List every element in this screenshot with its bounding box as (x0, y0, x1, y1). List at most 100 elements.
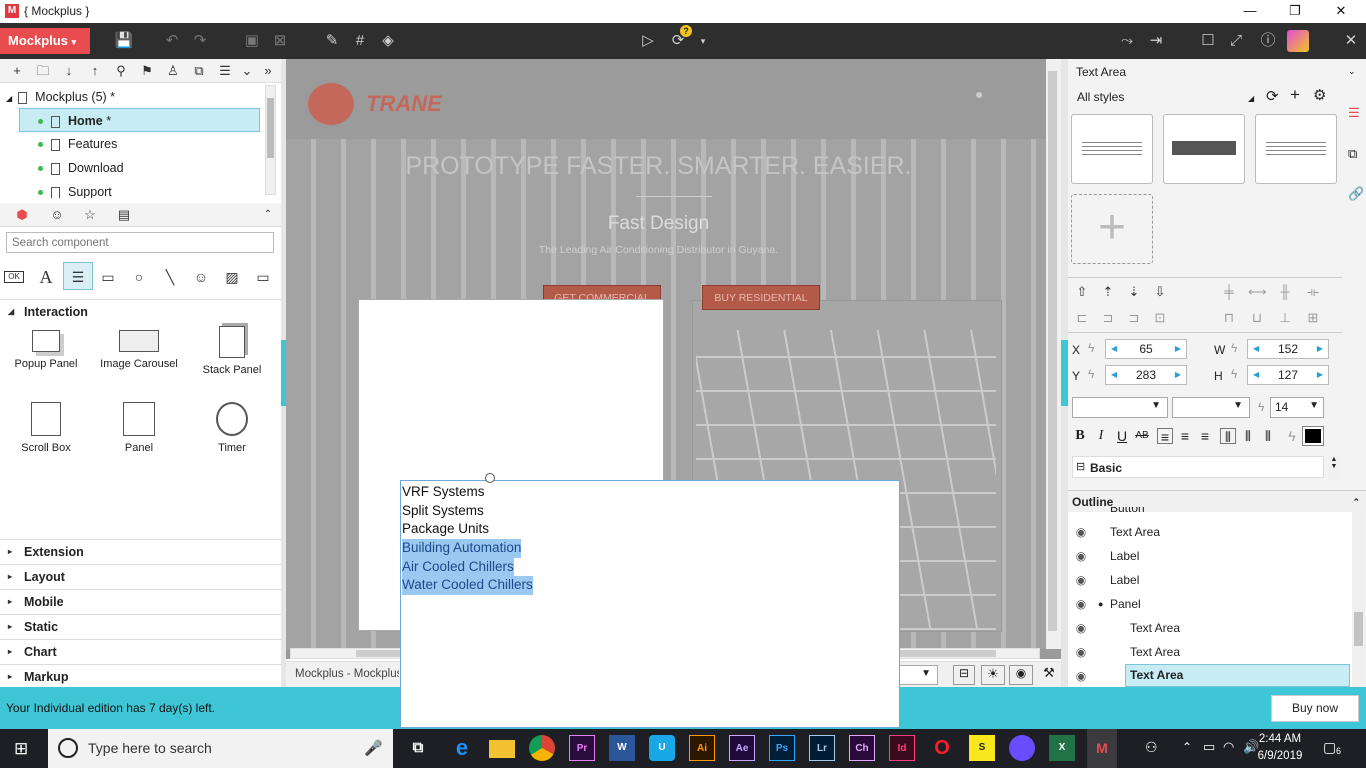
sync-dropdown-icon[interactable]: ▾ (692, 30, 714, 52)
align-center-icon[interactable]: ⊐ (1099, 310, 1117, 326)
page-item-home[interactable]: Home * (19, 108, 260, 132)
sticky-notes-icon[interactable]: S (969, 735, 995, 761)
canvas-vertical-scrollbar[interactable] (1046, 59, 1061, 649)
mockplus-taskbar-icon[interactable]: M (1087, 729, 1117, 768)
visibility-eye-icon[interactable]: ◉ (1072, 664, 1090, 688)
properties-tab-icon[interactable]: ☰ (1348, 105, 1360, 121)
align-vertical-icon[interactable]: ⟛ (1304, 284, 1322, 300)
grid-icon[interactable]: # (349, 30, 371, 52)
strikethrough-button[interactable]: AB (1132, 428, 1152, 444)
buy-now-button[interactable]: Buy now (1271, 695, 1359, 722)
page-item-support[interactable]: Support (20, 180, 260, 198)
w-lock-icon[interactable]: ϟ (1231, 341, 1237, 355)
eye-view-icon[interactable]: ◉ (1009, 665, 1033, 685)
line-component-icon[interactable]: ╲ (158, 266, 182, 288)
outline-item-panel[interactable]: ◉ ● Panel (1068, 592, 1352, 616)
bring-front-icon[interactable]: ⇧ (1073, 284, 1091, 300)
section-static[interactable]: ▸ Static (0, 614, 281, 638)
w-input[interactable]: ◀ 152 ▶ (1247, 339, 1329, 359)
bring-forward-icon[interactable]: ⇡ (1099, 284, 1117, 300)
section-mobile[interactable]: ▸ Mobile (0, 589, 281, 613)
app-circle-icon[interactable] (1009, 735, 1035, 761)
outline-item[interactable]: ◉ Label (1068, 568, 1352, 592)
align-left-icon[interactable]: ⊏ (1073, 310, 1091, 326)
section-interaction[interactable]: ◢ Interaction (0, 299, 281, 323)
chrome-icon[interactable] (529, 735, 555, 761)
favorites-tab-icon[interactable]: ☆ (80, 205, 100, 225)
premiere-icon[interactable]: Pr (569, 735, 595, 761)
bold-button[interactable]: B (1072, 428, 1088, 444)
ungroup-icon[interactable]: ⊠ (269, 30, 291, 52)
text-line-selected[interactable]: Air Cooled Chillers (402, 558, 514, 577)
flag-icon[interactable]: ⚑ (137, 61, 157, 81)
text-line[interactable]: Package Units (402, 520, 489, 539)
rotate-handle-icon[interactable] (485, 473, 495, 483)
copy-icon[interactable]: ⧉ (189, 61, 209, 81)
clock-time[interactable]: 2:44 AM (1250, 733, 1310, 745)
send-back-icon[interactable]: ⇩ (1151, 284, 1169, 300)
font-weight-select[interactable]: ▼ (1172, 397, 1250, 418)
restore-icon[interactable]: ❐ (1285, 2, 1305, 20)
button-component-icon[interactable]: OK (4, 271, 24, 283)
section-markup[interactable]: ▸ Markup (0, 664, 281, 687)
outline-item[interactable]: ◉ Text Area (1068, 616, 1352, 640)
fullscreen-icon[interactable]: ⤢ (1225, 30, 1247, 52)
outline-item[interactable]: ◉ Label (1068, 544, 1352, 568)
section-layout[interactable]: ▸ Layout (0, 564, 281, 588)
style-settings-icon[interactable]: ⚙ (1313, 86, 1326, 104)
text-align-center-icon[interactable]: ≡ (1177, 428, 1193, 444)
cortana-icon[interactable] (58, 738, 78, 758)
icons-tab-icon[interactable]: ☺ (47, 205, 67, 225)
align-view-icon[interactable]: ⊟ (953, 665, 975, 685)
h-input[interactable]: ◀ 127 ▶ (1247, 365, 1329, 385)
components-tab-icon[interactable]: ⬢ (12, 205, 32, 225)
text-line[interactable]: Split Systems (402, 502, 484, 521)
tree-root[interactable]: ◢ Mockplus (5) * (6, 85, 256, 109)
distribute-h-icon[interactable]: ╪ (1220, 284, 1238, 300)
person-icon[interactable]: ♙ (163, 61, 183, 81)
battery-icon[interactable]: ▭ (1203, 739, 1215, 755)
x-input[interactable]: ◀ 65 ▶ (1105, 339, 1187, 359)
input-component-icon[interactable]: ▭ (251, 266, 275, 288)
section-chart[interactable]: ▸ Chart (0, 639, 281, 663)
text-area-editor-bottom[interactable] (400, 687, 900, 728)
icon-component-icon[interactable]: ☺ (189, 266, 213, 288)
panel-collapse-icon[interactable]: ⌄ (1348, 66, 1356, 77)
align-match-icon[interactable]: ⊡ (1151, 310, 1169, 326)
styles-label[interactable]: All styles (1077, 90, 1124, 104)
add-folder-icon[interactable]: 🗀 (33, 61, 53, 81)
label-component-icon[interactable]: A (34, 266, 58, 288)
text-line-selected[interactable]: Water Cooled Chillers (402, 576, 533, 595)
style-card-1[interactable] (1071, 114, 1153, 184)
color-lock-icon[interactable]: ϟ (1284, 428, 1300, 444)
upwork-icon[interactable]: U (649, 735, 675, 761)
circle-component-icon[interactable]: ○ (127, 266, 151, 288)
popup-panel-component[interactable]: Popup Panel (6, 330, 86, 370)
send-backward-icon[interactable]: ⇣ (1125, 284, 1143, 300)
templates-tab-icon[interactable]: ▤ (114, 205, 134, 225)
visibility-eye-icon[interactable]: ◉ (1072, 544, 1090, 568)
valign-middle-icon[interactable]: ⦀ (1240, 428, 1256, 444)
italic-button[interactable]: I (1093, 428, 1109, 444)
outline-item[interactable]: ◉ Text Area (1068, 640, 1352, 664)
outline-item[interactable]: ◉ Text Area (1068, 520, 1352, 544)
after-effects-icon[interactable]: Ae (729, 735, 755, 761)
indesign-icon[interactable]: Id (889, 735, 915, 761)
align-bottom-icon[interactable]: ⊥ (1276, 310, 1294, 326)
document-tab[interactable]: Mockplus - Mockplus (295, 668, 399, 680)
tree-scrollbar[interactable] (265, 85, 276, 195)
notification-icon[interactable]: ▢ (1323, 739, 1336, 756)
h-lock-icon[interactable]: ϟ (1231, 367, 1237, 381)
visibility-eye-icon[interactable]: ◉ (1072, 520, 1090, 544)
image-component-icon[interactable]: ▨ (220, 266, 244, 288)
align-right-icon[interactable]: ⊐ (1125, 310, 1143, 326)
add-style-icon[interactable]: + (1290, 85, 1300, 105)
y-input[interactable]: ◀ 283 ▶ (1105, 365, 1187, 385)
refresh-style-icon[interactable]: ⟳ (1266, 87, 1279, 105)
align-size-icon[interactable]: ⊞ (1304, 310, 1322, 326)
lightroom-icon[interactable]: Lr (809, 735, 835, 761)
window-mode-icon[interactable]: ☐ (1197, 30, 1219, 52)
people-icon[interactable]: ⚇ (1145, 739, 1158, 756)
font-family-select[interactable]: ▼ (1072, 397, 1168, 418)
visibility-eye-icon[interactable]: ◉ (1072, 616, 1090, 640)
